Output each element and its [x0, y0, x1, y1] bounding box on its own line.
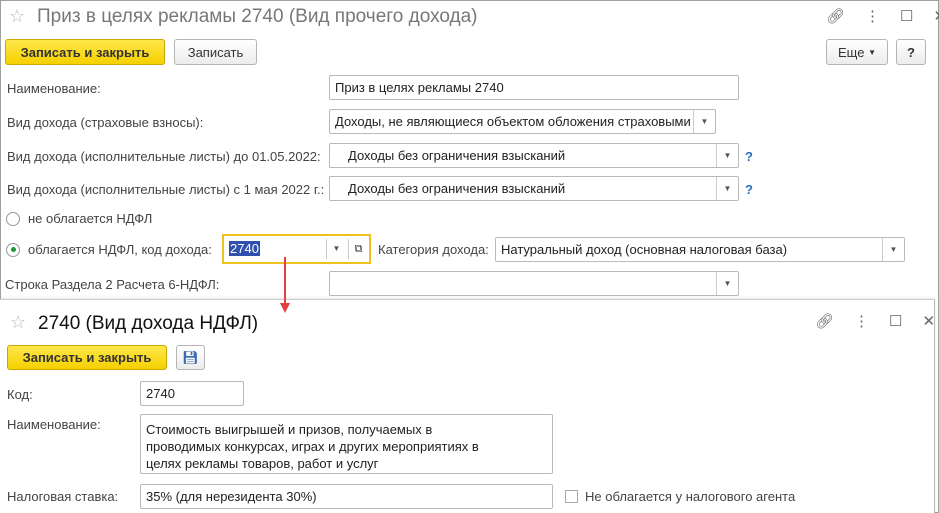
red-arrow	[280, 257, 290, 313]
help-icon[interactable]: ?	[745, 182, 753, 197]
checkbox-box	[565, 490, 578, 503]
row6-label: Строка Раздела 2 Расчета 6-НДФЛ:	[5, 277, 220, 292]
star-icon[interactable]: ☆	[10, 312, 26, 333]
category-select[interactable]: Натуральный доход (основная налоговая ба…	[495, 237, 905, 262]
help-icon[interactable]: ?	[745, 149, 753, 164]
writ-after-select[interactable]: Доходы без ограничения взысканий ▼	[329, 176, 739, 201]
maximize-icon[interactable]: ☐	[889, 312, 902, 330]
writ-after-value: Доходы без ограничения взысканий	[348, 181, 566, 196]
sub-window: ☆ 2740 (Вид дохода НДФЛ) 🔗︎ ⋮ ☐ ✕ Записать …	[0, 299, 935, 513]
radio-taxed[interactable]: облагается НДФЛ, код дохода:	[6, 242, 212, 257]
more-button[interactable]: Еще ▼	[826, 39, 888, 65]
sub-title: 2740 (Вид дохода НДФЛ)	[38, 313, 259, 334]
insurance-income-label: Вид дохода (страховые взносы):	[7, 115, 204, 130]
chevron-down-icon: ▼	[868, 47, 876, 57]
rate-label: Налоговая ставка:	[7, 489, 119, 504]
income-code-value[interactable]: 2740	[229, 241, 260, 256]
radio-circle	[6, 211, 20, 226]
agent-checkbox[interactable]: Не облагается у налогового агента	[565, 489, 795, 504]
writ-before-select[interactable]: Доходы без ограничения взысканий ▼	[329, 143, 739, 168]
code-input[interactable]: 2740	[140, 381, 244, 406]
name-label: Наименование:	[7, 81, 101, 96]
help-button[interactable]: ?	[896, 39, 926, 65]
save-disk-icon[interactable]: 💾︎	[176, 345, 205, 370]
insurance-income-value: Доходы, не являющиеся объектом обложения…	[335, 114, 691, 129]
category-value: Натуральный доход (основная налоговая ба…	[501, 242, 788, 257]
category-label: Категория дохода:	[378, 242, 489, 257]
window-controls: 🔗︎ ⋮ ☐ ✕	[806, 7, 939, 25]
insurance-income-select[interactable]: Доходы, не являющиеся объектом обложения…	[329, 109, 716, 134]
radio-taxed-label: облагается НДФЛ, код дохода:	[28, 242, 212, 257]
link-icon[interactable]: 🔗︎	[826, 7, 845, 25]
dropdown-icon[interactable]: ▼	[716, 177, 738, 200]
sub-save-close-button[interactable]: Записать и закрыть	[7, 345, 167, 370]
page-title: Приз в целях рекламы 2740 (Вид прочего д…	[37, 6, 478, 27]
maximize-icon[interactable]: ☐	[900, 7, 913, 25]
dropdown-icon[interactable]: ▼	[716, 272, 738, 295]
rate-input[interactable]: 35% (для нерезидента 30%)	[140, 484, 553, 509]
more-label: Еще	[838, 44, 865, 60]
close-icon[interactable]: ✕	[934, 7, 939, 25]
close-icon[interactable]: ✕	[923, 312, 936, 330]
radio-circle-selected	[6, 242, 20, 257]
writ-before-label: Вид дохода (исполнительные листы) до 01.…	[7, 149, 321, 164]
radio-not-taxed[interactable]: не облагается НДФЛ	[6, 211, 152, 226]
radio-not-taxed-label: не облагается НДФЛ	[28, 211, 153, 226]
link-icon[interactable]: 🔗︎	[815, 312, 834, 330]
code-label: Код:	[7, 387, 33, 402]
dropdown-icon[interactable]: ▼	[693, 110, 715, 133]
writ-after-label: Вид дохода (исполнительные листы) с 1 ма…	[7, 182, 325, 197]
save-button[interactable]: Записать	[174, 39, 257, 65]
sub-name-textarea[interactable]: Стоимость выигрышей и призов, получаемых…	[140, 414, 553, 474]
name-input[interactable]: Приз в целях рекламы 2740	[329, 75, 739, 100]
agent-label: Не облагается у налогового агента	[585, 489, 796, 504]
more-icon[interactable]: ⋮	[854, 312, 869, 330]
dropdown-icon[interactable]: ▼	[882, 238, 904, 261]
row6-select[interactable]: ▼	[329, 271, 739, 296]
star-icon[interactable]: ☆	[9, 6, 25, 27]
more-icon[interactable]: ⋮	[865, 7, 880, 25]
open-icon[interactable]: ⧉	[348, 239, 368, 259]
dropdown-icon[interactable]: ▼	[716, 144, 738, 167]
save-close-button[interactable]: Записать и закрыть	[5, 39, 165, 65]
income-code-field[interactable]: 2740 ▼ ⧉	[222, 234, 371, 264]
dropdown-icon[interactable]: ▼	[326, 239, 346, 259]
writ-before-value: Доходы без ограничения взысканий	[348, 148, 566, 163]
sub-name-label: Наименование:	[7, 417, 101, 432]
sub-window-controls: 🔗︎ ⋮ ☐ ✕	[795, 312, 935, 330]
